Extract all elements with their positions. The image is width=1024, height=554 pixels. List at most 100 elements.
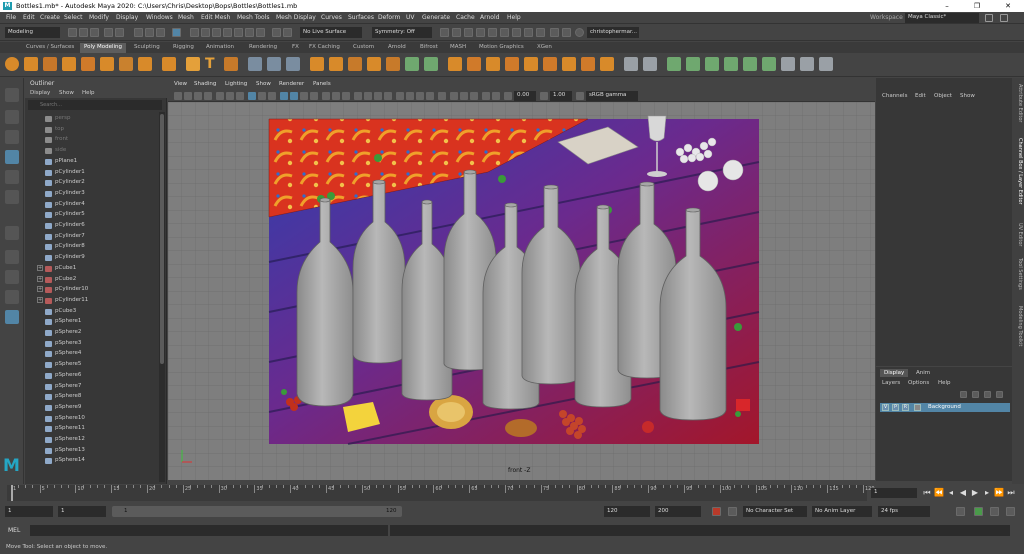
outliner-item[interactable]: pSphere3 [25,338,159,349]
shelf-tab-mash[interactable]: MASH [446,43,470,53]
side-tab-attribute-editor[interactable]: Attribute Editor [1013,84,1023,122]
extract-icon[interactable] [348,57,362,71]
xray-active-icon[interactable] [416,92,424,100]
shelf-tab-fx[interactable]: FX [288,43,303,53]
hypershade-icon[interactable] [476,28,485,37]
ipr-icon[interactable] [283,28,292,37]
flat-shade-icon[interactable] [310,92,318,100]
outliner-item[interactable]: pCylinder6 [25,220,159,231]
outliner-item[interactable]: pPlane1 [25,156,159,167]
animation-start-field[interactable]: 1 [5,506,53,517]
gamma-icon[interactable] [470,92,478,100]
select-object-icon[interactable] [145,28,154,37]
outliner-scrollbar[interactable] [159,112,165,482]
separate-icon[interactable] [267,57,281,71]
field-chart-icon[interactable] [268,92,276,100]
viewport-menu-view[interactable]: View [174,81,187,87]
outliner-item[interactable]: + pCylinder11 [25,295,159,306]
select-hierarchy-icon[interactable] [134,28,143,37]
multi-cut-icon[interactable] [467,57,481,71]
poly-cylinder-icon[interactable] [43,57,57,71]
new-layer-selected-icon[interactable] [972,391,979,398]
bookmark-icon[interactable] [194,92,202,100]
sound-icon[interactable] [974,507,983,516]
new-scene-icon[interactable] [68,28,77,37]
move-tool-icon[interactable] [5,150,19,164]
layer-reference-toggle[interactable]: R [902,404,909,411]
outliner-layout-icon[interactable] [5,310,19,324]
snap-vertex-icon[interactable] [245,28,254,37]
user-avatar-icon[interactable] [575,28,584,37]
outliner-item[interactable]: pSphere6 [25,370,159,381]
bounding-box-icon[interactable] [300,92,308,100]
shelf-tab-fx-caching[interactable]: FX Caching [305,43,344,53]
smooth-shade-icon[interactable] [290,92,298,100]
quad-draw-icon[interactable] [581,57,595,71]
shelf-tab-xgen[interactable]: XGen [533,43,556,53]
outliner-item[interactable]: pSphere1 [25,316,159,327]
select-by-type-icon[interactable] [172,28,181,37]
expand-icon[interactable]: + [37,264,43,271]
lasso-tool-icon[interactable] [5,110,19,124]
snapshot-icon[interactable] [536,28,545,37]
snap-surface-icon[interactable] [234,28,243,37]
uv-editor-icon[interactable] [667,57,681,71]
script-editor-icon[interactable] [550,28,559,37]
camera-attributes-icon[interactable] [184,92,192,100]
play-forwards-icon[interactable]: ▶ [970,488,980,498]
mirror-icon[interactable] [329,57,343,71]
outliner-item[interactable]: pSphere12 [25,434,159,445]
input-line-icon[interactable] [440,28,449,37]
fill-hole-icon[interactable] [386,57,400,71]
viewport[interactable]: front -Z [168,102,875,480]
layers-menu-help[interactable]: Help [938,380,951,386]
snap-point-icon[interactable] [212,28,221,37]
outliner-item[interactable]: pSphere7 [25,381,159,392]
outliner-item[interactable]: pSphere4 [25,348,159,359]
outliner-menu-display[interactable]: Display [30,90,50,96]
outliner-item[interactable]: + pCube2 [25,274,159,285]
boolean-icon[interactable] [310,57,324,71]
exposure-field[interactable]: 0.00 [514,91,536,101]
smooth-icon[interactable] [286,57,300,71]
time-slider[interactable]: 1 5 10 15 20 25 30 35 40 45 50 55 60 65 70 75 80 85 90 95 10… [7,485,875,501]
shelf-tab-animation[interactable]: Animation [202,43,238,53]
animation-preferences-icon[interactable] [1006,507,1015,516]
channels-menu-channels[interactable]: Channels [882,93,907,99]
shelf-tab-bifrost[interactable]: Bifrost [416,43,442,53]
symmetry-dropdown[interactable]: Symmetry: Off [372,27,432,38]
colorspace-dropdown[interactable]: sRGB gamma [586,91,638,101]
combine-icon[interactable] [248,57,262,71]
step-back-key-icon[interactable]: ⏪ [934,488,944,498]
minimize-button[interactable]: – [932,0,962,12]
menu-display[interactable]: Display [116,14,138,21]
cylindrical-uv-icon[interactable] [705,57,719,71]
automatic-uv-icon[interactable] [724,57,738,71]
outliner-item[interactable]: persp [25,113,159,124]
step-back-frame-icon[interactable]: ◂ [946,488,956,498]
viewport-menu-show[interactable]: Show [256,81,271,87]
layer-color-swatch[interactable] [914,404,921,411]
checker-icon[interactable] [781,57,795,71]
poke-icon[interactable] [600,57,614,71]
merge-icon[interactable] [543,57,557,71]
move-layer-down-icon[interactable] [996,391,1003,398]
layers-menu-options[interactable]: Options [908,380,929,386]
outliner-item[interactable]: pCylinder3 [25,188,159,199]
side-tab-modeling-toolkit[interactable]: Modeling Toolkit [1013,306,1023,346]
expand-icon[interactable]: + [37,296,43,303]
edge-loop-icon[interactable] [562,57,576,71]
exposure-icon[interactable] [460,92,468,100]
playback-start-field[interactable]: 1 [58,506,106,517]
poly-plane-icon[interactable] [100,57,114,71]
light-editor-icon[interactable] [512,28,521,37]
camera-lock-icon[interactable] [492,92,500,100]
loop-icon[interactable] [956,507,965,516]
menu-mesh-tools[interactable]: Mesh Tools [237,14,269,21]
layer-visibility-toggle[interactable]: V [882,404,889,411]
key-options-icon[interactable] [728,507,737,516]
safe-action-icon[interactable] [258,92,266,100]
menu-windows[interactable]: Windows [146,14,173,21]
outliner-item[interactable]: pCylinder1 [25,167,159,178]
channels-menu-show[interactable]: Show [960,93,975,99]
